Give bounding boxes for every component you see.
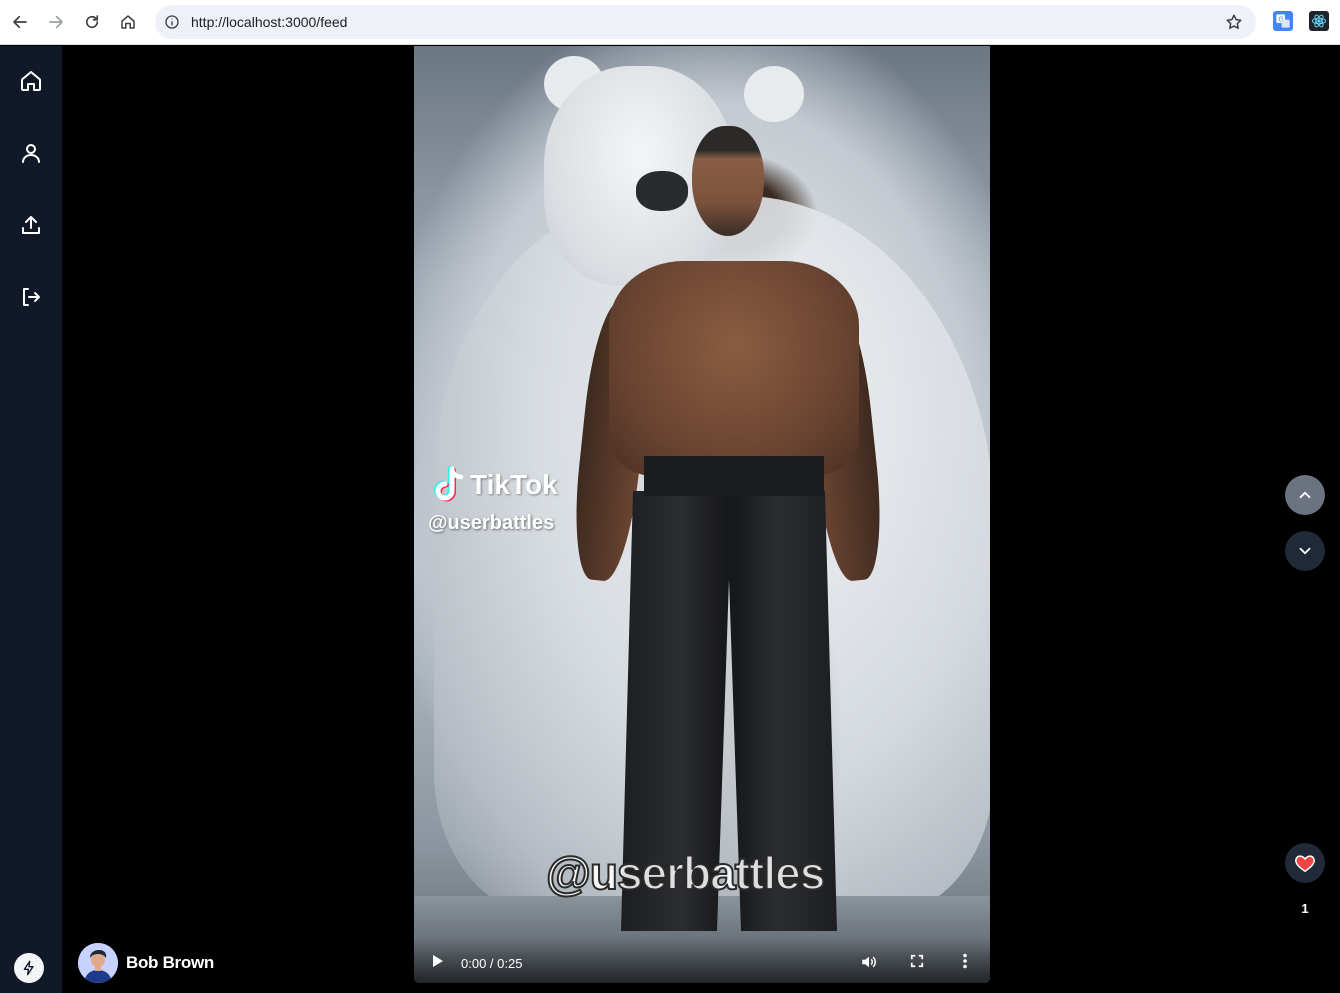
video-player[interactable]: TikTok @userbattles @userbattles 0:00 / … xyxy=(414,46,990,983)
previous-video-button[interactable] xyxy=(1285,475,1325,515)
home-icon xyxy=(21,71,41,91)
play-icon xyxy=(433,955,443,967)
tiktok-brand-text: TikTok xyxy=(470,469,558,500)
arrow-right-icon xyxy=(49,15,63,29)
chevron-down-icon xyxy=(1299,547,1311,555)
logout-icon xyxy=(23,288,40,306)
reload-icon xyxy=(85,15,99,29)
tiktok-overlay-logo: TikTok xyxy=(432,466,558,504)
bolt-button[interactable] xyxy=(14,953,44,983)
translate-extension-icon[interactable]: G xyxy=(1273,11,1293,31)
user-name: Bob Brown xyxy=(126,953,214,972)
sidebar-item-profile[interactable] xyxy=(13,135,49,171)
back-button[interactable] xyxy=(4,6,36,38)
react-devtools-extension-icon[interactable] xyxy=(1309,11,1329,31)
arrow-left-icon xyxy=(13,15,27,29)
video-watermark: @userbattles xyxy=(545,846,826,900)
bookmark-star-icon[interactable] xyxy=(1224,12,1244,32)
volume-icon xyxy=(862,956,876,968)
volume-button[interactable] xyxy=(860,953,878,971)
site-info-icon[interactable] xyxy=(163,13,181,31)
play-button[interactable] xyxy=(430,953,446,969)
next-video-button[interactable] xyxy=(1285,531,1325,571)
heart-icon xyxy=(1295,855,1315,873)
video-controls: 0:00 / 0:25 xyxy=(414,939,990,983)
fullscreen-button[interactable] xyxy=(909,953,925,969)
forward-button[interactable] xyxy=(40,6,72,38)
bolt-icon xyxy=(23,960,34,976)
sidebar xyxy=(0,46,62,993)
video-frame-man-head xyxy=(692,126,764,236)
upload-icon xyxy=(22,216,40,234)
more-vertical-icon xyxy=(963,953,967,969)
browser-toolbar: http://localhost:3000/feed G xyxy=(0,0,1340,45)
browser-home-icon xyxy=(121,15,135,29)
like-count: 1 xyxy=(1301,901,1309,916)
address-bar[interactable]: http://localhost:3000/feed xyxy=(155,5,1256,39)
video-frame-bear-ear xyxy=(744,66,804,122)
video-frame-bear-nose xyxy=(636,171,688,211)
avatar[interactable] xyxy=(78,943,118,983)
video-frame-man-belt xyxy=(644,456,824,496)
more-options-button[interactable] xyxy=(957,953,973,969)
like-button[interactable] xyxy=(1285,843,1325,883)
user-icon xyxy=(22,144,40,163)
video-frame-man-torso xyxy=(609,261,859,476)
sidebar-item-upload[interactable] xyxy=(13,207,49,243)
fullscreen-icon xyxy=(910,954,924,968)
chevron-up-icon xyxy=(1299,491,1311,499)
tiktok-note-icon xyxy=(432,466,466,504)
video-time: 0:00 / 0:25 xyxy=(461,956,523,971)
reload-button[interactable] xyxy=(76,6,108,38)
url-text[interactable]: http://localhost:3000/feed xyxy=(191,14,347,30)
sidebar-item-logout[interactable] xyxy=(13,279,49,315)
home-page-button[interactable] xyxy=(112,6,144,38)
tiktok-handle-text: @userbattles xyxy=(428,512,555,534)
sidebar-item-home[interactable] xyxy=(13,63,49,99)
